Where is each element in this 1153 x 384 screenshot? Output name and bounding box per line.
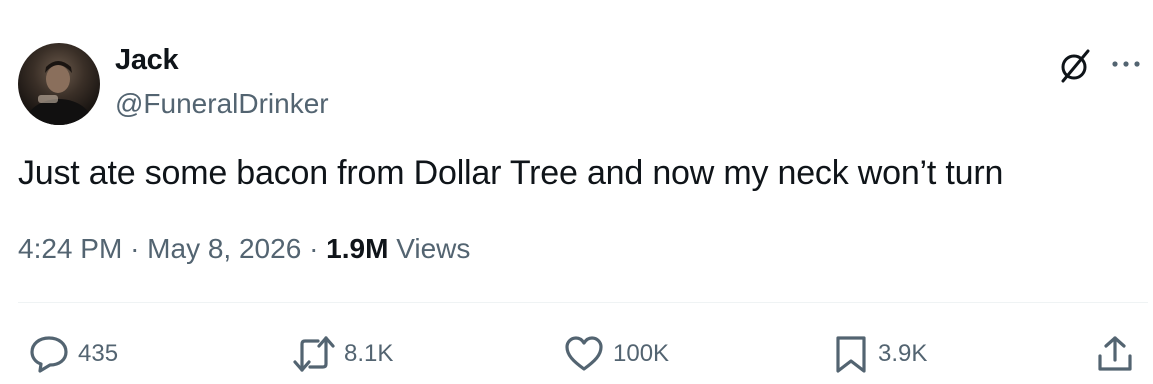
share-button[interactable] <box>1095 334 1135 374</box>
author-name[interactable]: Jack <box>115 44 179 77</box>
tweet-time[interactable]: 4:24 PM <box>18 233 122 264</box>
views-label: Views <box>396 233 471 264</box>
tweet-card: Jack @FuneralDrinker Just ate some bacon… <box>0 0 1153 384</box>
like-button[interactable]: 100K <box>563 334 669 374</box>
views-count[interactable]: 1.9M <box>326 233 388 264</box>
like-count: 100K <box>613 340 670 367</box>
repost-button[interactable]: 8.1K <box>292 334 393 374</box>
reply-count: 435 <box>78 340 119 367</box>
share-icon <box>1098 336 1132 371</box>
more-icon[interactable] <box>1110 56 1142 72</box>
tweet-text: Just ate some bacon from Dollar Tree and… <box>18 154 1004 192</box>
meta-separator: · <box>309 233 319 264</box>
avatar-photo <box>25 61 93 125</box>
tweet-meta: 4:24 PM · May 8, 2026 · 1.9M Views <box>18 233 470 265</box>
divider <box>18 302 1148 303</box>
avatar[interactable] <box>18 43 100 125</box>
grok-icon[interactable] <box>1055 47 1093 85</box>
reply-button[interactable]: 435 <box>28 334 118 374</box>
reply-icon <box>30 336 68 373</box>
meta-separator: · <box>130 233 140 264</box>
repost-icon <box>293 336 335 372</box>
bookmark-icon <box>836 336 866 373</box>
repost-count: 8.1K <box>344 340 394 367</box>
bookmark-count: 3.9K <box>878 340 928 367</box>
bookmark-button[interactable]: 3.9K <box>832 334 927 374</box>
author-handle[interactable]: @FuneralDrinker <box>115 88 329 120</box>
like-icon <box>565 336 603 371</box>
tweet-date[interactable]: May 8, 2026 <box>147 233 301 264</box>
